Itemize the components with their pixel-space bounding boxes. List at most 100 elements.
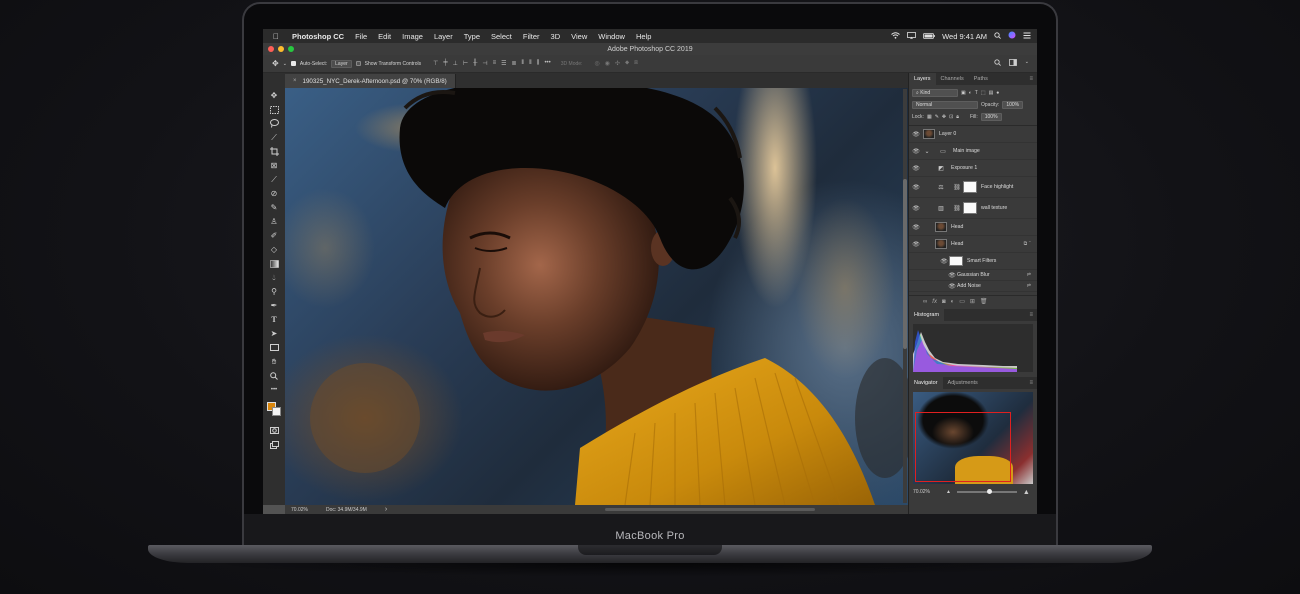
workspace-chevron-icon[interactable]: ⌄	[1025, 59, 1029, 68]
battery-icon[interactable]	[923, 32, 935, 41]
canvas-scroll-thumb[interactable]	[903, 179, 907, 349]
smart-filter-row[interactable]: 👁︎ Add Noise ⇌	[909, 281, 1037, 292]
navigator-view-rect[interactable]	[915, 412, 1011, 482]
align-bottom-icon[interactable]: ⊥	[453, 60, 458, 67]
visibility-eye-icon[interactable]: 👁︎	[939, 258, 949, 265]
navigator-zoom-knob[interactable]	[986, 489, 992, 494]
smart-filter-mask-thumbnail[interactable]	[949, 256, 963, 266]
spotlight-icon[interactable]	[994, 31, 1001, 41]
workspace-icon[interactable]	[1008, 59, 1017, 68]
document-canvas[interactable]	[285, 88, 908, 505]
filter-pixel-icon[interactable]: ▣	[961, 90, 966, 96]
navigator-zoom-value[interactable]: 70.02%	[913, 489, 930, 495]
navigator-panel-menu-icon[interactable]: ≡	[1029, 377, 1033, 389]
visibility-eye-icon[interactable]: 👁︎	[911, 131, 921, 138]
layer-group-row[interactable]: 👁︎ ⌄ ▭ Main image	[909, 143, 1037, 160]
lock-all-icon[interactable]: 🔒︎	[956, 114, 959, 120]
status-menu-arrow[interactable]: ›	[385, 506, 387, 513]
3d-slide-icon[interactable]: ⬥	[625, 60, 629, 67]
filter-type-icon[interactable]: T	[975, 90, 978, 96]
move-icon[interactable]: ✥	[267, 89, 281, 102]
canvas-vertical-scrollbar[interactable]	[903, 89, 907, 503]
airplay-icon[interactable]	[907, 31, 917, 41]
menu-layer[interactable]: Layer	[429, 32, 459, 41]
gradient-icon[interactable]	[267, 257, 281, 270]
opacity-input[interactable]: 100%	[1002, 101, 1024, 109]
menu-type[interactable]: Type	[459, 32, 486, 41]
zoom-out-icon[interactable]: ▲	[946, 489, 951, 495]
eyedropper-icon[interactable]: ⟋	[267, 173, 281, 186]
distribute-left-icon[interactable]: ⫴	[522, 60, 525, 67]
smart-filter-row[interactable]: 👁︎ Gaussian Blur ⇌	[909, 270, 1037, 281]
lasso-icon[interactable]	[267, 117, 281, 130]
hand-icon[interactable]: ✋︎	[267, 355, 281, 368]
filter-options-icon[interactable]: ⇌	[1027, 283, 1031, 289]
auto-select-dropdown[interactable]: Layer	[331, 59, 352, 68]
menu-app-name[interactable]: Photoshop CC	[287, 32, 350, 41]
color-swatches[interactable]	[266, 401, 282, 417]
align-top-icon[interactable]: ⊤	[433, 60, 438, 67]
menu-window[interactable]: Window	[593, 32, 631, 41]
distribute-hcenter-icon[interactable]: ⦀	[529, 60, 532, 67]
align-hcenter-icon[interactable]: ╫	[473, 60, 477, 67]
3d-roll-icon[interactable]: ◉	[605, 60, 610, 67]
notification-center-icon[interactable]	[1023, 32, 1031, 41]
new-layer-icon[interactable]: ⊞	[970, 298, 975, 305]
layer-style-icon[interactable]: fx	[932, 299, 937, 305]
tab-layers[interactable]: Layers	[909, 73, 936, 85]
filter-smart-icon[interactable]: ▤	[989, 90, 994, 96]
marquee-icon[interactable]	[267, 103, 281, 116]
visibility-eye-icon[interactable]: 👁︎	[911, 148, 921, 155]
histogram-panel-menu-icon[interactable]: ≡	[1029, 309, 1033, 321]
quick-mask-icon[interactable]	[267, 424, 281, 437]
menu-select[interactable]: Select	[486, 32, 518, 41]
align-right-icon[interactable]: ⊣	[482, 60, 487, 67]
healing-brush-icon[interactable]: ⊘	[267, 187, 281, 200]
delete-layer-icon[interactable]: 🗑︎	[980, 298, 988, 305]
visibility-eye-icon[interactable]: 👁︎	[911, 165, 921, 172]
rectangle-icon[interactable]	[267, 341, 281, 354]
tab-histogram[interactable]: Histogram	[909, 309, 945, 321]
tab-channels[interactable]: Channels	[936, 73, 969, 85]
filter-shape-icon[interactable]: ⬚	[981, 90, 986, 96]
link-layers-icon[interactable]: ∞	[923, 299, 927, 305]
layer-row[interactable]: 👁︎ Layer 0	[909, 126, 1037, 143]
layer-row[interactable]: 👁︎ ⚖ ⛓︎ Face highlight	[909, 177, 1037, 198]
layer-mask-thumbnail[interactable]	[963, 181, 977, 193]
layer-filter-dropdown[interactable]: ⌕ Kind	[912, 89, 958, 97]
distribute-top-icon[interactable]: ≡	[493, 60, 497, 67]
layers-panel-menu-icon[interactable]: ≡	[1029, 73, 1033, 85]
zoom-in-icon[interactable]: ▲	[1023, 489, 1030, 496]
menubar-clock[interactable]: Wed 9:41 AM	[942, 32, 987, 41]
menu-help[interactable]: Help	[631, 32, 657, 41]
distribute-right-icon[interactable]: ⫼	[537, 60, 540, 67]
transform-controls-checkbox[interactable]	[355, 61, 361, 66]
layer-row[interactable]: 👁︎ ▥ ⛓︎ wall texture	[909, 198, 1037, 219]
status-zoom[interactable]: 70.02%	[291, 507, 308, 513]
visibility-eye-icon[interactable]: 👁︎	[947, 272, 957, 279]
move-tool-preset-icon[interactable]: ✥	[272, 59, 279, 68]
align-vcenter-icon[interactable]: ╪	[443, 60, 447, 67]
blur-icon[interactable]: 💧︎	[267, 271, 281, 284]
search-icon[interactable]	[994, 59, 1001, 68]
layer-mask-thumbnail[interactable]	[963, 202, 977, 214]
more-icon[interactable]: •••	[267, 383, 281, 396]
tab-adjustments[interactable]: Adjustments	[943, 377, 983, 389]
distribute-bottom-icon[interactable]: ≣	[511, 60, 516, 67]
tool-preset-chevron-icon[interactable]: ⌄	[283, 61, 287, 67]
wifi-icon[interactable]	[891, 31, 900, 41]
new-adjustment-icon[interactable]: ◐	[951, 299, 955, 305]
3d-orbit-icon[interactable]: ◎	[594, 60, 599, 67]
add-mask-icon[interactable]: ◙	[942, 299, 946, 305]
distribute-vcenter-icon[interactable]: ☰	[501, 60, 506, 67]
3d-scale-icon[interactable]: ⧈	[634, 60, 638, 67]
lock-position-icon[interactable]: ✥	[942, 114, 946, 120]
group-expand-chevron-icon[interactable]: ⌄	[921, 148, 933, 155]
clone-stamp-icon[interactable]: ♙	[267, 215, 281, 228]
type-icon[interactable]: T	[267, 313, 281, 326]
more-options-icon[interactable]: •••	[544, 60, 550, 67]
align-left-icon[interactable]: ⊢	[463, 60, 468, 67]
menu-file[interactable]: File	[350, 32, 373, 41]
pen-icon[interactable]: ✒	[267, 299, 281, 312]
path-select-icon[interactable]: ➤	[267, 327, 281, 340]
